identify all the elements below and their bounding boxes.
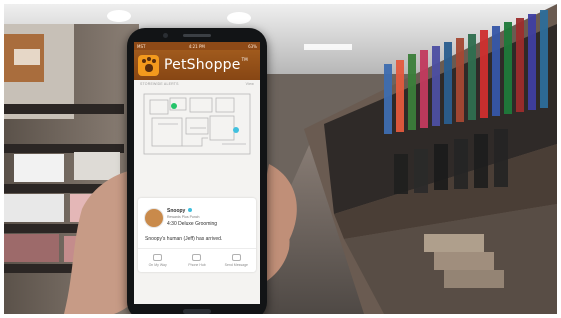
paw-icon[interactable] [138,54,159,76]
on-my-way-icon [153,253,163,261]
earpiece-speaker [183,34,211,37]
home-button[interactable] [183,309,211,314]
notification-actions: On My Way Phone Hub Send Message [138,251,256,269]
trademark-mark: TM [241,57,248,62]
alerts-section-title: STOREWIDE ALERTS [140,82,179,86]
send-message-label: Send Message [224,262,248,267]
carrier-label: MST [137,43,146,49]
on-my-way-button[interactable]: On My Way [138,251,177,269]
pet-avatar [144,208,164,228]
alerts-view-link[interactable]: View [246,82,254,86]
smartphone: MST 4:21 PM 63% PetShoppeTM STOREWIDE AL… [127,28,267,314]
store-map[interactable] [138,88,256,160]
app-name: PetShoppe [164,57,241,73]
phone-screen: MST 4:21 PM 63% PetShoppeTM STOREWIDE AL… [134,42,260,304]
phone-hub-label: Phone Hub [188,262,206,267]
phone-hub-button[interactable]: Phone Hub [177,251,216,269]
app-header: PetShoppeTM [134,50,260,80]
owner-location-pin-blue[interactable] [233,127,239,133]
app-title: PetShoppeTM [164,57,248,73]
pet-store-aisle-background [4,4,557,314]
floor-plan [143,93,251,155]
appointment-time: 4:30 Deluxe Grooming [167,221,218,227]
pet-location: Rewards Plus Punch [167,215,200,219]
battery-level: 63% [248,43,257,49]
send-message-button[interactable]: Send Message [217,251,256,269]
pet-location-pin-green[interactable] [171,103,177,109]
status-bar: MST 4:21 PM 63% [134,42,260,50]
online-status-dot [188,208,192,212]
front-camera [163,33,168,38]
message-icon [231,253,241,261]
phone-icon [192,253,202,261]
alerts-section-header: STOREWIDE ALERTS View [134,80,260,88]
arrival-notification-card: Snoopy Rewards Plus Punch 4:30 Deluxe Gr… [138,198,256,272]
pet-name: Snoopy [167,208,186,214]
store-photo: MST 4:21 PM 63% PetShoppeTM STOREWIDE AL… [4,4,557,314]
on-my-way-label: On My Way [148,262,167,267]
card-divider [138,248,256,249]
arrival-message: Snoopy's human (Jeff) has arrived. [145,236,223,242]
status-time: 4:21 PM [188,43,205,49]
